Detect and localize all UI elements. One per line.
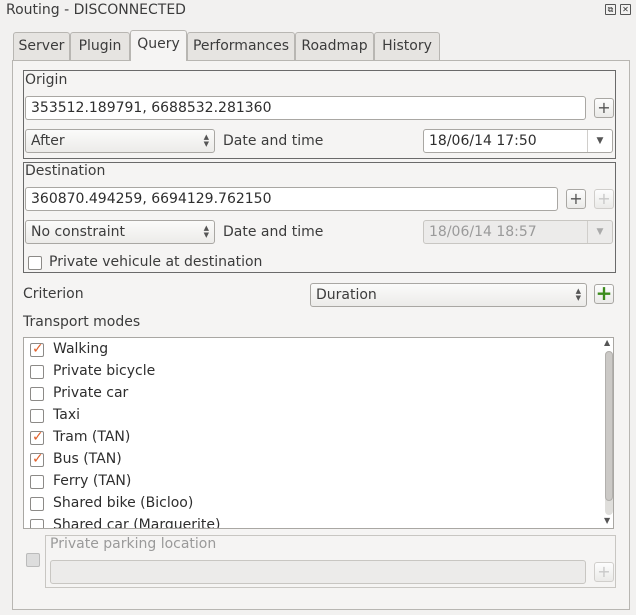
chevron-down-icon[interactable]: ▼ (587, 130, 612, 152)
tab-plugin[interactable]: Plugin (70, 32, 130, 60)
destination-pick-button[interactable]: + (566, 189, 586, 209)
scroll-up-icon[interactable]: ▲ (604, 338, 610, 347)
list-item[interactable]: Shared car (Marguerite) (30, 515, 600, 529)
origin-datetime-field[interactable]: 18/06/14 17:50 ▼ (423, 129, 613, 153)
list-item[interactable]: Taxi (30, 405, 600, 427)
list-item[interactable]: Bus (TAN) (30, 449, 600, 471)
tab-query[interactable]: Query (130, 30, 187, 61)
mode-label: Taxi (53, 407, 80, 423)
mode-label: Bus (TAN) (53, 451, 122, 467)
mode-checkbox[interactable] (30, 387, 44, 401)
mode-checkbox[interactable] (30, 451, 44, 467)
mode-checkbox[interactable] (30, 497, 44, 511)
destination-title: Destination (25, 163, 106, 179)
plus-icon: + (597, 562, 611, 581)
mode-checkbox[interactable] (30, 475, 44, 489)
list-item[interactable]: Shared bike (Bicloo) (30, 493, 600, 515)
criterion-label: Criterion (23, 286, 84, 302)
origin-constraint-select[interactable]: After ▲ ▼ (25, 129, 215, 153)
destination-add-button[interactable]: + (594, 189, 614, 209)
window-title: Routing - DISCONNECTED (6, 2, 186, 18)
scroll-down-icon[interactable]: ▼ (604, 516, 610, 525)
add-criterion-button[interactable]: + (594, 281, 614, 305)
parking-location-field[interactable] (50, 560, 586, 584)
criterion-value: Duration (316, 287, 377, 303)
tab-performances[interactable]: Performances (187, 32, 295, 60)
plus-icon: + (597, 98, 611, 117)
mode-label: Shared bike (Bicloo) (53, 495, 194, 511)
tab-server[interactable]: Server (13, 32, 70, 60)
origin-constraint-value: After (31, 133, 65, 149)
green-plus-icon: + (595, 281, 613, 305)
list-item[interactable]: Ferry (TAN) (30, 471, 600, 493)
transport-modes-label: Transport modes (23, 314, 141, 330)
mode-checkbox[interactable] (30, 519, 44, 528)
list-item[interactable]: Private car (30, 383, 600, 405)
list-item[interactable]: Walking (30, 339, 600, 361)
private-vehicle-checkbox[interactable] (28, 256, 42, 270)
mode-checkbox[interactable] (30, 409, 44, 423)
destination-constraint-value: No constraint (31, 224, 125, 240)
destination-coordinates-field[interactable]: 360870.494259, 6694129.762150 (25, 187, 558, 211)
mode-checkbox[interactable] (30, 365, 44, 379)
updown-icon: ▲ ▼ (203, 133, 209, 148)
destination-datetime-field[interactable]: 18/06/14 18:57 ▼ (423, 220, 613, 244)
transport-modes-list: Walking Private bicycle Private car Taxi… (23, 337, 614, 529)
origin-title: Origin (25, 72, 68, 88)
mode-label: Private car (53, 385, 129, 401)
criterion-select[interactable]: Duration ▲ ▼ (310, 283, 587, 307)
tab-history[interactable]: History (374, 32, 440, 60)
parking-checkbox[interactable] (26, 553, 40, 567)
origin-datetime-value: 18/06/14 17:50 (429, 133, 537, 149)
list-item[interactable]: Private bicycle (30, 361, 600, 383)
destination-datetime-value: 18/06/14 18:57 (429, 224, 537, 240)
restore-icon[interactable]: ⧉ (605, 4, 616, 15)
parking-label: Private parking location (50, 536, 217, 552)
close-icon[interactable]: ✕ (620, 4, 631, 15)
mode-checkbox[interactable] (30, 429, 44, 445)
mode-label: Private bicycle (53, 363, 156, 379)
origin-pick-button[interactable]: + (594, 98, 614, 118)
plus-icon: + (569, 189, 583, 208)
mode-checkbox[interactable] (30, 341, 44, 357)
private-vehicle-label: Private vehicule at destination (49, 254, 263, 270)
plus-icon: + (597, 189, 611, 208)
destination-constraint-select[interactable]: No constraint ▲ ▼ (25, 220, 215, 244)
origin-datetime-label: Date and time (223, 133, 324, 149)
chevron-down-icon[interactable]: ▼ (587, 221, 612, 243)
destination-datetime-label: Date and time (223, 224, 324, 240)
scroll-thumb[interactable] (605, 351, 613, 501)
list-item[interactable]: Tram (TAN) (30, 427, 600, 449)
mode-label: Shared car (Marguerite) (53, 517, 221, 529)
updown-icon: ▲ ▼ (203, 224, 209, 239)
mode-label: Walking (53, 341, 109, 357)
transport-modes-scrollbar[interactable]: ▲ ▼ (603, 338, 615, 527)
origin-coordinates-field[interactable]: 353512.189791, 6688532.281360 (25, 96, 586, 120)
mode-label: Ferry (TAN) (53, 473, 132, 489)
updown-icon: ▲ ▼ (575, 287, 581, 302)
parking-pick-button[interactable]: + (594, 562, 614, 582)
mode-label: Tram (TAN) (53, 429, 131, 445)
tab-roadmap[interactable]: Roadmap (295, 32, 374, 60)
